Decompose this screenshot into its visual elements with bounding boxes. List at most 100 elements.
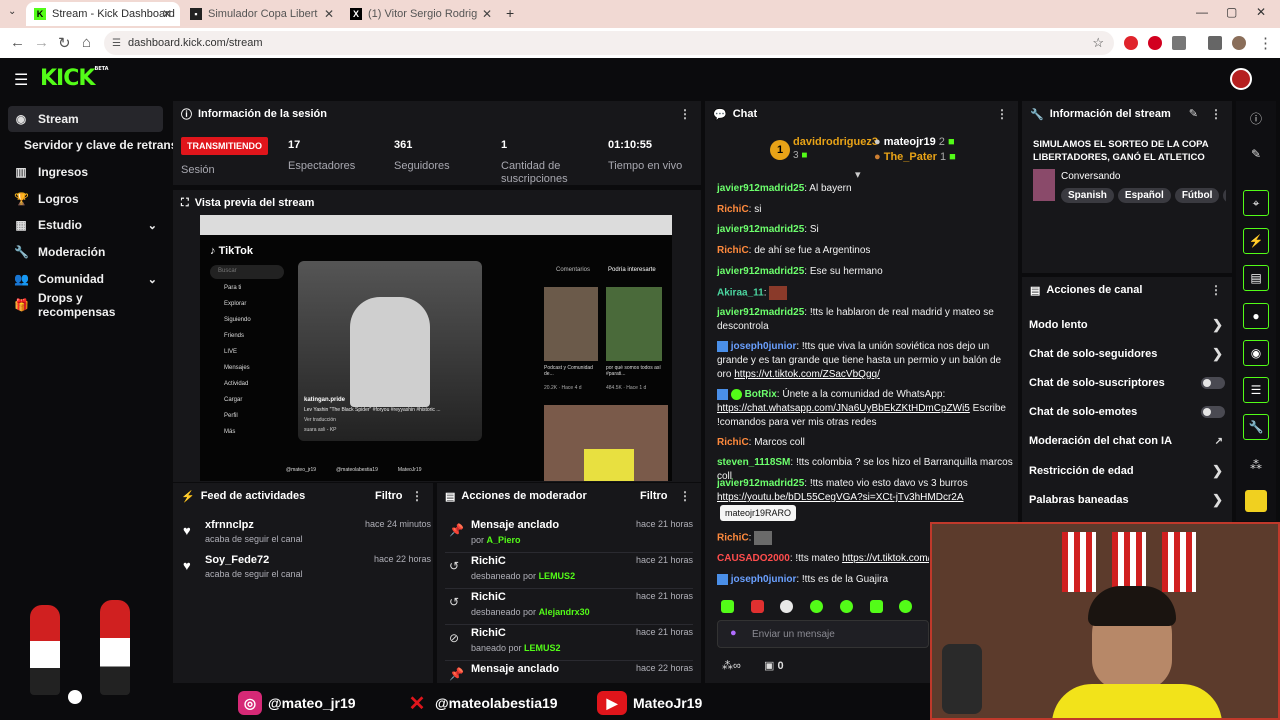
close-tab-icon[interactable]: ✕ <box>482 7 492 21</box>
chat-username[interactable]: Akiraa_11 <box>717 288 764 299</box>
rail-button-targets[interactable]: ⌖ <box>1243 190 1269 216</box>
chat-username[interactable]: joseph0junior <box>731 341 797 352</box>
mod-action-by[interactable]: LEMUS2 <box>524 643 561 653</box>
adblock-extension-icon[interactable] <box>1124 36 1138 50</box>
emote-button[interactable] <box>780 600 793 613</box>
action-ai-moderation[interactable]: Moderación del chat con IA ↗ <box>1029 431 1225 451</box>
chat-link[interactable]: https://chat.whatsapp.com/JNa6UyBbEkZKtH… <box>717 403 970 414</box>
chat-username[interactable]: javier912madrid25 <box>717 266 804 277</box>
opera-extension-icon[interactable] <box>1148 36 1162 50</box>
tag-chip[interactable]: Fútbol <box>1174 188 1220 203</box>
bookmark-star-icon[interactable]: ☆ <box>1092 35 1104 51</box>
emote-image[interactable] <box>754 531 773 545</box>
action-slow-mode[interactable]: Modo lento ❯ <box>1029 315 1225 335</box>
profile-avatar-icon[interactable] <box>1232 36 1246 50</box>
emote-button[interactable] <box>870 600 883 613</box>
home-icon[interactable]: ⌂ <box>82 34 91 51</box>
browser-tab-x[interactable]: X (1) Vitor Sergio Rodrigues VSR... ✕ <box>342 2 500 26</box>
pinned-expand-icon[interactable]: ▾ <box>855 168 861 181</box>
emote-button[interactable] <box>751 600 764 613</box>
close-tab-icon[interactable]: ✕ <box>324 7 334 21</box>
rail-button-lightning[interactable]: ⚡ <box>1243 228 1269 254</box>
chat-username[interactable]: javier912madrid25 <box>717 183 804 194</box>
rail-button-chat[interactable]: ● <box>1243 303 1269 329</box>
feed-user[interactable]: Soy_Fede72 <box>205 554 269 566</box>
mod-action-by[interactable]: A_Piero <box>487 535 521 545</box>
close-window-icon[interactable]: ✕ <box>1256 5 1266 19</box>
chat-username[interactable]: RichiC <box>717 245 749 256</box>
feed-user[interactable]: xfrnnclpz <box>205 519 254 531</box>
user-avatar[interactable] <box>1230 68 1252 90</box>
hamburger-menu-icon[interactable]: ☰ <box>14 70 28 90</box>
sidebar-item-logros[interactable]: 🏆 Logros <box>8 186 163 212</box>
kebab-menu-icon[interactable]: ⋮ <box>411 489 423 503</box>
tag-chip[interactable]: Español <box>1117 188 1171 203</box>
sidebar-item-server-key[interactable]: Servidor y clave de retransm <box>18 132 173 158</box>
sidebar-item-drops[interactable]: 🎁 Drops y recompensas <box>8 291 163 319</box>
chat-username[interactable]: steven_1118SM <box>717 457 790 468</box>
chat-username[interactable]: RichiC <box>717 204 749 215</box>
chat-link[interactable]: https://vt.tiktok.com/ZS... <box>842 553 929 564</box>
sidebar-item-comunidad[interactable]: 👥 Comunidad ⌄ <box>8 266 163 292</box>
mod-action-by[interactable]: Alejandrx30 <box>539 607 590 617</box>
chat-username[interactable]: joseph0junior <box>731 574 797 585</box>
filter-button[interactable]: Filtro <box>640 490 668 502</box>
chat-link[interactable]: https://youtu.be/bDL55CegVGA?si=XCt-jTv3… <box>717 492 964 503</box>
sidebar-item-stream[interactable]: ◉ Stream <box>8 106 163 132</box>
chat-username[interactable]: javier912madrid25 <box>717 307 804 318</box>
rail-button-broadcast[interactable]: ◉ <box>1243 340 1269 366</box>
rail-button-wrench[interactable]: 🔧 <box>1243 414 1269 440</box>
chat-username[interactable]: CAUSADO2000 <box>717 553 790 564</box>
tag-chip[interactable]: ba <box>1223 188 1226 203</box>
kebab-menu-icon[interactable]: ⋮ <box>1210 107 1222 121</box>
sidebar-item-estudio[interactable]: ▦ Estudio ⌄ <box>8 212 163 238</box>
close-tab-icon[interactable]: ✕ <box>162 7 172 21</box>
gifter-3[interactable]: ● The_Pater 1 ■ <box>874 151 956 163</box>
top-gifter-name[interactable]: davidrodriguez3 <box>793 136 878 148</box>
action-banned-words[interactable]: Palabras baneadas ❯ <box>1029 490 1225 510</box>
chat-username[interactable]: javier912madrid25 <box>717 224 804 235</box>
browser-tab-simulador[interactable]: ▪ Simulador Copa Libertadores 2... ✕ <box>182 2 342 26</box>
chat-users-icon[interactable]: ⁂∞ <box>722 659 741 672</box>
kebab-menu-icon[interactable]: ⋮ <box>996 107 1008 121</box>
kebab-menu-icon[interactable]: ⋮ <box>1210 283 1222 297</box>
kick-logo[interactable]: KICKBETA <box>40 66 109 91</box>
sidebar-item-ingresos[interactable]: ▥ Ingresos <box>8 159 163 185</box>
chat-link[interactable]: https://vt.tiktok.com/ZSacVbQgq/ <box>734 369 880 380</box>
stream-preview-video[interactable]: ♪ TikTok Buscar Para ti Explorar Siguien… <box>200 215 672 481</box>
gifter-2[interactable]: ● mateojr19 2 ■ <box>874 136 955 148</box>
sidebar-item-moderacion[interactable]: 🔧 Moderación <box>8 239 163 265</box>
emote-button[interactable] <box>721 600 734 613</box>
tab-list-chevron-icon[interactable]: ⌄ <box>8 6 16 17</box>
microphone-icon[interactable]: ● <box>730 627 737 639</box>
minimize-icon[interactable]: — <box>1196 5 1208 19</box>
emote-button[interactable] <box>899 600 912 613</box>
subscribers-only-toggle[interactable] <box>1201 377 1225 389</box>
url-bar[interactable]: ☰ dashboard.kick.com/stream ☆ <box>104 31 1114 55</box>
new-tab-icon[interactable]: + <box>506 5 514 21</box>
filter-button[interactable]: Filtro <box>375 490 403 502</box>
chat-username[interactable]: RichiC <box>717 533 749 544</box>
action-followers-only[interactable]: Chat de solo-seguidores ❯ <box>1029 344 1225 364</box>
rail-button-document[interactable]: ▤ <box>1243 265 1269 291</box>
kebab-menu-icon[interactable]: ⋮ <box>679 107 691 121</box>
edit-icon[interactable]: ✎ <box>1248 147 1264 161</box>
back-icon[interactable]: ← <box>10 34 25 51</box>
reload-icon[interactable]: ↻ <box>58 34 71 52</box>
chat-username[interactable]: javier912madrid25 <box>717 478 804 489</box>
browser-tab-kick[interactable]: K Stream - Kick Dashboard ✕ <box>26 2 180 26</box>
emote-button[interactable] <box>810 600 823 613</box>
chat-input[interactable]: ● Enviar un mensaje <box>717 620 929 648</box>
edit-pencil-icon[interactable]: ✎ <box>1189 107 1198 120</box>
maximize-icon[interactable]: ▢ <box>1226 5 1237 19</box>
site-info-icon[interactable]: ☰ <box>112 38 121 49</box>
chat-username[interactable]: RichiC <box>717 437 749 448</box>
chat-username[interactable]: BotRix <box>745 389 777 400</box>
info-icon[interactable]: ⓘ <box>1248 110 1264 127</box>
browser-menu-icon[interactable]: ⋮ <box>1258 34 1273 52</box>
clapper-icon[interactable] <box>1245 490 1267 512</box>
share-icon[interactable]: ⁂ <box>1248 458 1264 472</box>
reading-list-icon[interactable] <box>1208 36 1222 50</box>
category-name[interactable]: Conversando <box>1061 171 1120 182</box>
forward-icon[interactable]: → <box>34 34 49 51</box>
